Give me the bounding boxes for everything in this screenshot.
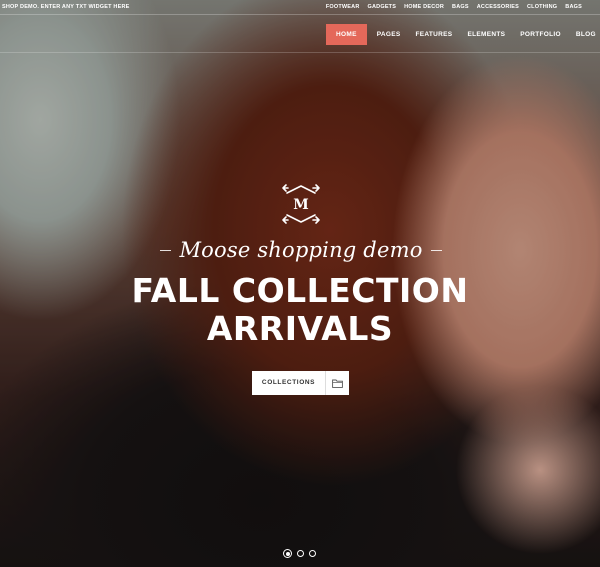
slider-dot-2[interactable] <box>297 550 304 557</box>
main-navigation: HOME PAGES FEATURES ELEMENTS PORTFOLIO B… <box>0 15 600 53</box>
category-link-footwear[interactable]: FOOTWEAR <box>326 4 360 10</box>
nav-item-features[interactable]: FEATURES <box>415 24 452 45</box>
hero-headline-line1: FALL COLLECTION <box>131 271 469 310</box>
nav-item-elements[interactable]: ELEMENTS <box>467 24 505 45</box>
hero-script-title: Moose shopping demo <box>179 238 423 262</box>
slider-dot-1[interactable] <box>283 549 292 558</box>
collections-button-label: COLLECTIONS <box>252 371 326 395</box>
collections-button[interactable]: COLLECTIONS <box>252 371 349 395</box>
slider-dot-3[interactable] <box>309 550 316 557</box>
category-link-gadgets[interactable]: GADGETS <box>368 4 397 10</box>
hero-headline-line2: ARRIVALS <box>206 309 394 348</box>
divider-left <box>160 249 172 251</box>
logo-letter: M <box>293 197 309 213</box>
nav-item-portfolio[interactable]: PORTFOLIO <box>520 24 561 45</box>
hero-subtitle-row: Moose shopping demo <box>158 237 444 263</box>
nav-item-blog[interactable]: BLOG <box>576 24 596 45</box>
category-link-bags[interactable]: BAGS <box>452 4 469 10</box>
category-link-clothing[interactable]: CLOTHING <box>527 4 557 10</box>
category-link-bags-2[interactable]: BAGS <box>565 4 582 10</box>
nav-menu: HOME PAGES FEATURES ELEMENTS PORTFOLIO B… <box>326 24 600 45</box>
top-bar: SHOP DEMO. ENTER ANY TXT WIDGET HERE FOO… <box>0 0 600 15</box>
folder-icon <box>326 371 349 395</box>
slider-pagination <box>283 549 316 558</box>
category-link-home-decor[interactable]: HOME DECOR <box>404 4 444 10</box>
promo-text: SHOP DEMO. ENTER ANY TXT WIDGET HERE <box>2 4 130 10</box>
nav-item-pages[interactable]: PAGES <box>377 24 401 45</box>
category-link-accessories[interactable]: ACCESSORIES <box>477 4 519 10</box>
moose-logo-mark: M <box>282 184 320 224</box>
category-links: FOOTWEAR GADGETS HOME DECOR BAGS ACCESSO… <box>326 4 582 10</box>
nav-item-home[interactable]: HOME <box>326 24 367 45</box>
divider-right <box>430 249 442 251</box>
